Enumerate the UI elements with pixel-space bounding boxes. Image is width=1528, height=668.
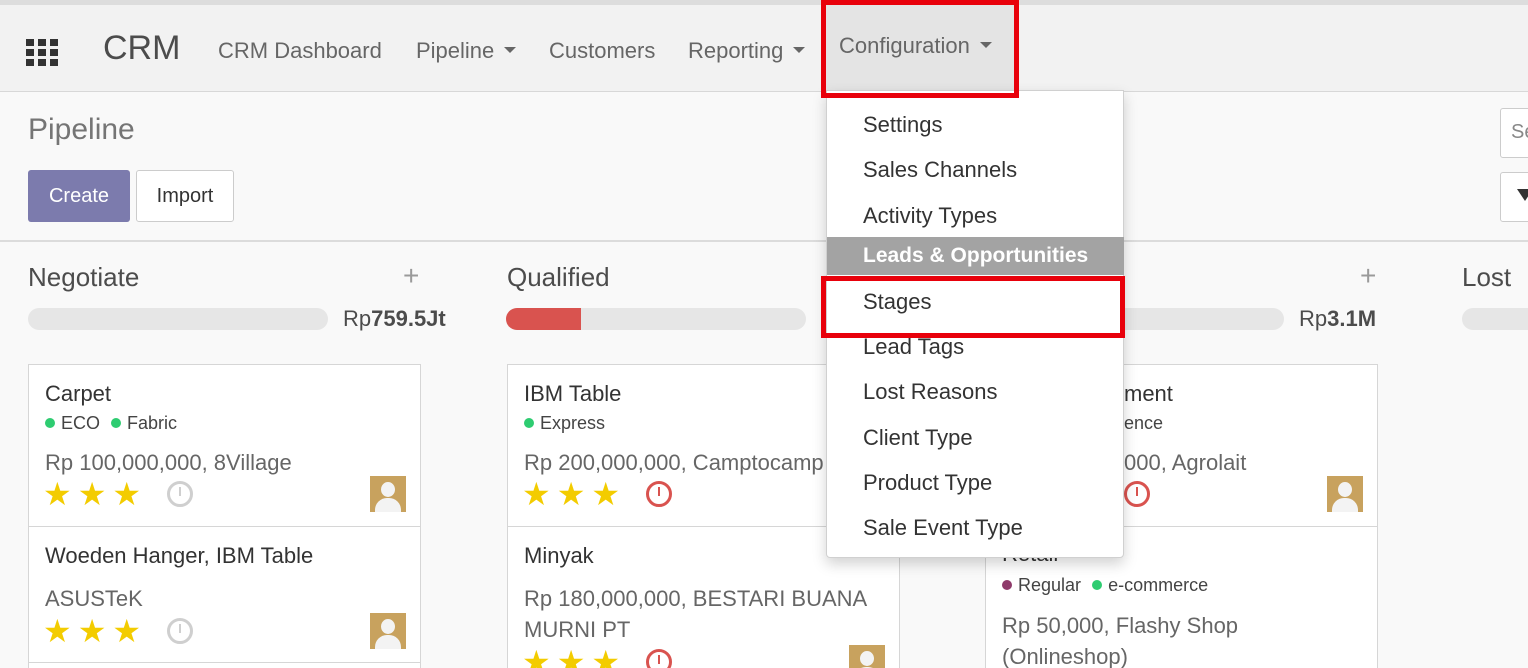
kanban-card[interactable]	[28, 662, 421, 668]
tag-dot	[1092, 580, 1103, 590]
column-title-qualified: Qualified	[507, 262, 610, 292]
import-button[interactable]: Import	[136, 170, 234, 222]
search-input[interactable]: Se	[1500, 108, 1528, 158]
filter-icon	[1517, 189, 1528, 201]
card-title: Carpet	[45, 381, 112, 406]
dropdown-item-client-type[interactable]: Client Type	[863, 425, 973, 451]
card-tags: ence	[1124, 413, 1164, 433]
column-title-lost: Lost	[1462, 262, 1512, 292]
dropdown-item-sale-event-type[interactable]: Sale Event Type	[863, 515, 1023, 541]
page-title: Pipeline	[28, 113, 135, 146]
dropdown-section-header: Leads & Opportunities	[827, 237, 1124, 275]
highlight-configuration	[821, 0, 1019, 98]
card-tags: Express	[524, 413, 605, 434]
dropdown-item-product-type[interactable]: Product Type	[863, 470, 992, 496]
dropdown-item-lost-reasons[interactable]: Lost Reasons	[863, 379, 998, 405]
highlight-stages	[821, 276, 1125, 338]
avatar	[370, 476, 406, 512]
card-amount-line2: MURNI PT	[524, 617, 631, 642]
card-title: Minyak	[524, 543, 594, 568]
column-total-third: Rp3.1M	[1299, 306, 1377, 331]
menu-pipeline[interactable]: Pipeline	[416, 38, 517, 64]
clock-icon[interactable]	[646, 481, 672, 507]
tag-dot	[524, 418, 534, 428]
card-tags: Regular e-commerce	[1002, 575, 1208, 596]
clock-icon[interactable]	[1124, 481, 1150, 507]
divider	[0, 240, 1528, 242]
card-amount: Rp 180,000,000, BESTARI BUANA	[524, 586, 868, 611]
card-tags: ECO Fabric	[45, 413, 177, 434]
menu-reporting[interactable]: Reporting	[688, 38, 806, 64]
dropdown-item-settings[interactable]: Settings	[863, 112, 943, 138]
priority-stars[interactable]: ★★★	[522, 475, 626, 513]
app-brand: CRM	[103, 29, 181, 67]
avatar	[1327, 476, 1363, 512]
column-progress-lost[interactable]	[1462, 308, 1528, 330]
top-navbar: CRM CRM Dashboard Pipeline Customers Rep…	[0, 0, 1528, 92]
card-title: Woeden Hanger, IBM Table	[45, 543, 314, 568]
chevron-down-icon	[793, 47, 806, 53]
add-card-icon[interactable]: +	[1360, 260, 1376, 292]
clock-icon[interactable]	[167, 618, 193, 644]
filter-button[interactable]	[1500, 172, 1528, 222]
column-progress-qualified[interactable]	[506, 308, 806, 330]
card-amount: Rp 100,000,000, 8Village	[45, 450, 292, 475]
create-button[interactable]: Create	[28, 170, 130, 222]
kanban-card[interactable]: Woeden Hanger, IBM Table ASUSTeK ★★★	[28, 526, 421, 666]
apps-grid-icon[interactable]	[26, 39, 58, 67]
clock-icon[interactable]	[167, 481, 193, 507]
avatar	[849, 645, 885, 668]
clock-icon[interactable]	[646, 649, 672, 668]
priority-stars[interactable]: ★★★	[522, 643, 626, 668]
dropdown-item-activity-types[interactable]: Activity Types	[863, 203, 997, 229]
menu-customers[interactable]: Customers	[549, 38, 655, 64]
progress-fill	[506, 308, 581, 330]
avatar	[370, 613, 406, 649]
add-card-icon[interactable]: +	[403, 260, 419, 292]
card-title: IBM Table	[524, 381, 622, 406]
kanban-card[interactable]: Carpet ECO Fabric Rp 100,000,000, 8Villa…	[28, 364, 421, 527]
chevron-down-icon	[504, 47, 517, 53]
card-title: ment	[1124, 381, 1173, 406]
card-amount-line2: (Onlineshop)	[1002, 644, 1128, 668]
dropdown-item-sales-channels[interactable]: Sales Channels	[863, 157, 1017, 183]
priority-stars[interactable]: ★★★	[43, 612, 147, 650]
column-progress-negotiate[interactable]	[28, 308, 328, 330]
tag-dot	[1002, 580, 1012, 590]
column-title-negotiate: Negotiate	[28, 262, 140, 292]
card-amount: Rp 200,000,000, Camptocamp	[524, 450, 824, 475]
menu-crm-dashboard[interactable]: CRM Dashboard	[218, 38, 382, 64]
tag-dot	[111, 418, 122, 428]
card-amount: 000, Agrolait	[1124, 450, 1247, 475]
card-amount: Rp 50,000, Flashy Shop	[1002, 613, 1239, 638]
priority-stars[interactable]: ★★★	[43, 475, 147, 513]
card-amount: ASUSTeK	[45, 586, 143, 611]
column-total-negotiate: Rp759.5Jt	[343, 306, 446, 331]
tag-dot	[45, 418, 55, 428]
